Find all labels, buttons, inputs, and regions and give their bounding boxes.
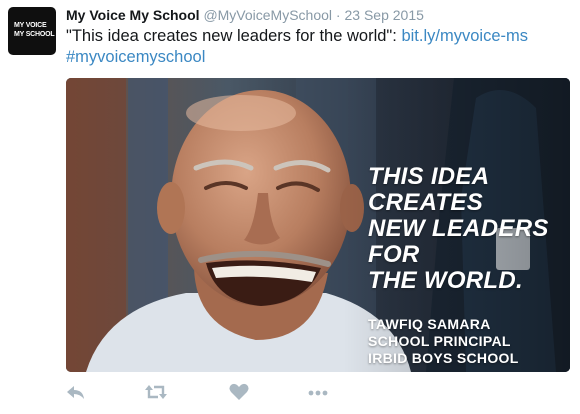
retweet-button[interactable]: [144, 380, 172, 404]
media-credit: TAWFIQ SAMARA SCHOOL PRINCIPAL IRBID BOY…: [368, 316, 519, 366]
reply-button[interactable]: [66, 380, 94, 404]
tweet-date[interactable]: 23 Sep 2015: [344, 7, 423, 23]
avatar[interactable]: MY VOICE MY SCHOOL: [8, 7, 56, 55]
tweet-link[interactable]: bit.ly/myvoice-ms: [401, 27, 528, 45]
reply-icon: [67, 386, 84, 399]
retweet-icon: [145, 385, 167, 399]
media-overlay-text: THIS IDEA CREATES NEW LEADERS FOR THE WO…: [368, 164, 570, 367]
tweet-text: "This idea creates new leaders for the w…: [66, 26, 571, 68]
more-button[interactable]: [306, 380, 334, 404]
author-handle[interactable]: @MyVoiceMySchool: [203, 7, 332, 23]
more-icon: [308, 390, 328, 396]
media-headline: THIS IDEA CREATES NEW LEADERS FOR THE WO…: [368, 163, 549, 294]
tweet-media[interactable]: THIS IDEA CREATES NEW LEADERS FOR THE WO…: [66, 78, 570, 372]
separator: ·: [335, 7, 341, 23]
like-button[interactable]: [228, 380, 256, 404]
tweet-header: My Voice My School @MyVoiceMySchool · 23…: [66, 6, 424, 24]
tweet-hashtag[interactable]: #myvoicemyschool: [66, 48, 205, 66]
author-name[interactable]: My Voice My School: [66, 7, 200, 23]
avatar-logo-text: MY VOICE MY SCHOOL: [14, 22, 55, 38]
like-icon: [229, 383, 249, 400]
tweet-quote: "This idea creates new leaders for the w…: [66, 27, 397, 45]
